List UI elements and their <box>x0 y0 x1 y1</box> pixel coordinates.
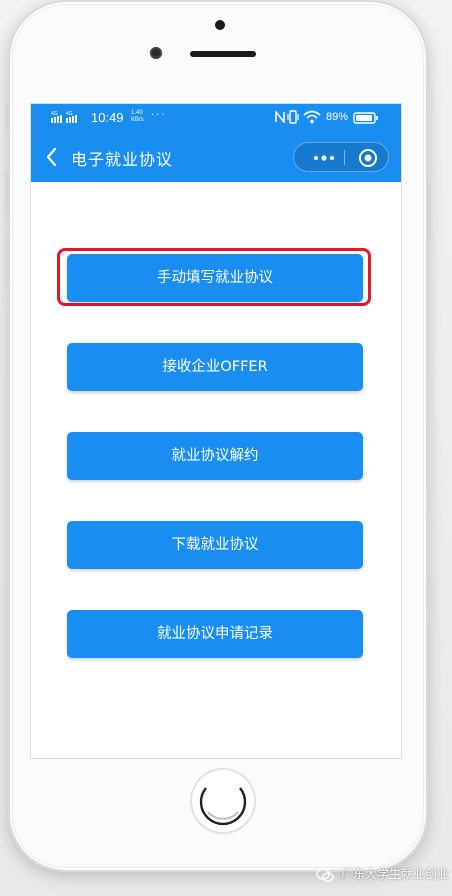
earpiece-speaker <box>190 51 256 57</box>
terminate-agreement-button[interactable]: 就业协议解约 <box>67 432 363 480</box>
svg-text:4G: 4G <box>66 111 73 117</box>
capsule-divider <box>344 150 345 165</box>
status-more-dots: ··· <box>151 110 167 121</box>
battery-icon <box>353 112 378 124</box>
back-arrow-icon[interactable] <box>43 146 61 168</box>
net-speed-value: 1.40 <box>131 110 143 116</box>
vibrate-icon <box>287 110 299 124</box>
more-dots-icon[interactable] <box>306 143 342 173</box>
nfc-icon <box>275 111 285 123</box>
cellular-signal-icon: 4G 4G <box>51 111 77 123</box>
mini-program-capsule <box>293 142 389 172</box>
wifi-icon <box>303 110 321 124</box>
wechat-icon <box>316 867 334 882</box>
net-speed-unit: KB/s <box>131 117 144 123</box>
nav-bar: 电子就业协议 <box>31 132 401 182</box>
app-screen: 4G 4G 10:49 1.40 KB/s ··· 89% 电子就业协议 手动填… <box>30 103 402 759</box>
volume-up-button <box>5 170 9 220</box>
receive-offer-button[interactable]: 接收企业OFFER <box>67 343 363 391</box>
volume-down-button <box>5 236 9 286</box>
net-speed: 1.40 KB/s <box>131 110 144 124</box>
svg-text:4G: 4G <box>51 111 58 117</box>
status-bar: 4G 4G 10:49 1.40 KB/s ··· 89% <box>31 104 401 132</box>
target-circle-icon[interactable] <box>350 143 386 173</box>
power-button <box>427 180 431 240</box>
home-ring-icon <box>199 787 247 826</box>
manual-fill-agreement-button[interactable]: 手动填写就业协议 <box>67 254 363 302</box>
battery-percent: 89% <box>326 111 349 123</box>
download-agreement-button[interactable]: 下载就业协议 <box>67 521 363 569</box>
mute-switch <box>5 104 9 132</box>
front-camera <box>150 47 162 59</box>
watermark-text: 广东大学生就业创业 <box>340 867 449 881</box>
page-title: 电子就业协议 <box>71 150 174 169</box>
status-time: 10:49 <box>91 110 124 125</box>
home-button[interactable] <box>192 770 254 832</box>
watermark: 广东大学生就业创业 <box>316 864 449 884</box>
proximity-sensor <box>215 20 225 30</box>
application-records-button[interactable]: 就业协议申请记录 <box>67 610 363 658</box>
